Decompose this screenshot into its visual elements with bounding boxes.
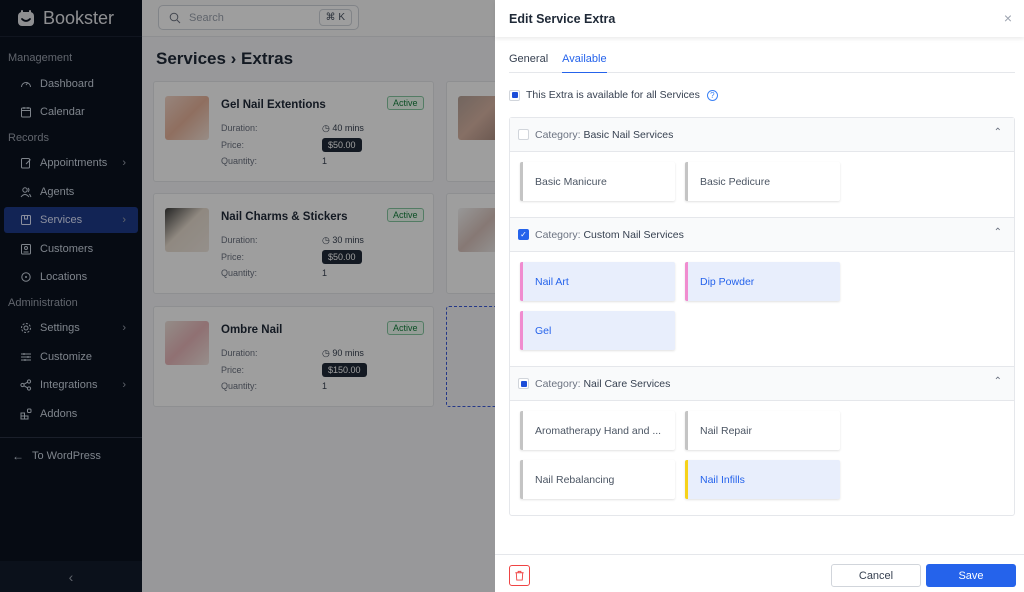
drawer-tabs: General Available (509, 46, 1015, 73)
edit-service-extra-drawer: Edit Service Extra × General Available T… (495, 0, 1024, 592)
service-option[interactable]: Nail Rebalancing (520, 460, 675, 499)
drawer-footer: Cancel Save (495, 554, 1024, 592)
modal-backdrop[interactable] (0, 0, 495, 592)
category-name: Basic Nail Services (583, 128, 674, 141)
category-services: Nail Art Dip Powder Gel (510, 252, 1014, 367)
delete-button[interactable] (509, 565, 530, 586)
drawer-title: Edit Service Extra (509, 11, 616, 26)
help-icon[interactable]: ? (706, 89, 718, 101)
chevron-up-icon[interactable]: ⌃ (994, 127, 1002, 138)
category-header[interactable]: ✓ Category: Custom Nail Services ⌃ (510, 218, 1014, 252)
service-option[interactable]: Basic Pedicure (685, 162, 840, 201)
cancel-button[interactable]: Cancel (831, 564, 921, 587)
service-option[interactable]: Gel (520, 311, 675, 350)
chevron-up-icon[interactable]: ⌃ (994, 227, 1002, 238)
category-prefix: Category: (535, 377, 581, 390)
service-option[interactable]: Nail Art (520, 262, 675, 301)
categories-list: Category: Basic Nail Services ⌃ Basic Ma… (509, 117, 1015, 516)
category-name: Nail Care Services (583, 377, 671, 390)
category-checkbox[interactable] (518, 129, 529, 140)
all-services-option: This Extra is available for all Services… (509, 89, 718, 101)
all-services-label: This Extra is available for all Services (526, 89, 700, 101)
save-button[interactable]: Save (926, 564, 1016, 587)
category-prefix: Category: (535, 228, 581, 241)
service-option[interactable]: Aromatherapy Hand and ... (520, 411, 675, 450)
tab-general[interactable]: General (509, 46, 548, 73)
category-prefix: Category: (535, 128, 581, 141)
category-name: Custom Nail Services (583, 228, 684, 241)
category-checkbox[interactable]: ✓ (518, 229, 529, 240)
category-header[interactable]: Category: Basic Nail Services ⌃ (510, 118, 1014, 152)
trash-icon (515, 570, 524, 581)
tab-available[interactable]: Available (562, 46, 607, 73)
service-option[interactable]: Basic Manicure (520, 162, 675, 201)
category-services: Aromatherapy Hand and ... Nail Repair Na… (510, 401, 1014, 515)
service-option[interactable]: Dip Powder (685, 262, 840, 301)
all-services-checkbox[interactable] (509, 89, 520, 101)
category-header[interactable]: Category: Nail Care Services ⌃ (510, 367, 1014, 401)
category-checkbox[interactable] (518, 378, 529, 389)
close-icon[interactable]: × (1004, 10, 1012, 26)
category-services: Basic Manicure Basic Pedicure (510, 152, 1014, 218)
drawer-header: Edit Service Extra × (495, 0, 1024, 37)
chevron-up-icon[interactable]: ⌃ (994, 376, 1002, 387)
service-option[interactable]: Nail Repair (685, 411, 840, 450)
service-option[interactable]: Nail Infills (685, 460, 840, 499)
